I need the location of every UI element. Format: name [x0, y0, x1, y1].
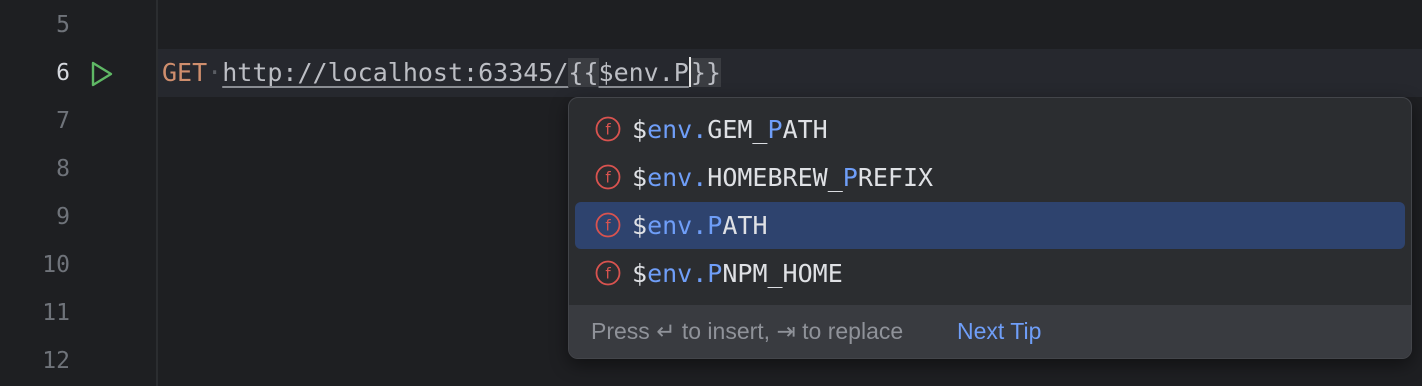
line-number-active: 6	[56, 60, 70, 86]
completion-item[interactable]: f $env.HOMEBREW_PREFIX	[575, 154, 1405, 201]
line-number: 7	[56, 108, 70, 134]
completion-item-label: $env.GEM_PATH	[632, 115, 828, 144]
completion-item-selected[interactable]: f $env.PATH	[575, 202, 1405, 249]
function-icon: f	[595, 116, 621, 142]
svg-text:f: f	[605, 265, 611, 283]
request-url[interactable]: http://localhost:63345/	[222, 58, 568, 87]
svg-text:f: f	[605, 121, 611, 139]
footer-hint: Press ↵ to insert, ⇥ to replace	[591, 318, 904, 344]
completion-item-label: $env.HOMEBREW_PREFIX	[632, 163, 934, 192]
line-number: 11	[42, 300, 70, 326]
completion-item[interactable]: f $env.GEM_PATH	[575, 106, 1405, 153]
line-number: 10	[42, 252, 70, 278]
completion-item-label: $env.PNPM_HOME	[632, 259, 843, 288]
gutter-divider	[156, 0, 158, 386]
line-number: 9	[56, 204, 70, 230]
run-request-icon[interactable]	[87, 60, 115, 88]
whitespace-marker: ·	[207, 58, 223, 87]
function-icon: f	[595, 260, 621, 286]
completion-footer: Press ↵ to insert, ⇥ to replace Next Tip	[569, 305, 1411, 358]
line-number: 12	[42, 348, 70, 374]
tab-key-icon: ⇥	[776, 318, 796, 344]
completion-item-label: $env.PATH	[632, 211, 768, 240]
gutter: 5 6 7 8 9 10 11 12	[0, 0, 156, 386]
enter-key-icon: ↵	[656, 318, 676, 344]
line-number: 5	[56, 12, 70, 38]
env-variable-text[interactable]: $env.P	[599, 58, 689, 87]
open-braces: {{	[568, 58, 599, 87]
function-icon: f	[595, 164, 621, 190]
svg-text:f: f	[605, 169, 611, 187]
function-icon: f	[595, 212, 621, 238]
completion-popup: f $env.GEM_PATH f $env.HOMEBREW_PREFIX f…	[568, 97, 1412, 359]
svg-text:f: f	[605, 217, 611, 235]
line-number: 8	[56, 156, 70, 182]
close-braces: }}	[690, 58, 721, 87]
completion-item[interactable]: f $env.PNPM_HOME	[575, 250, 1405, 297]
http-method: GET	[162, 58, 208, 87]
next-tip-link[interactable]: Next Tip	[957, 305, 1041, 358]
code-line-6[interactable]: GET·http://localhost:63345/{{$env.P}}	[162, 49, 721, 97]
